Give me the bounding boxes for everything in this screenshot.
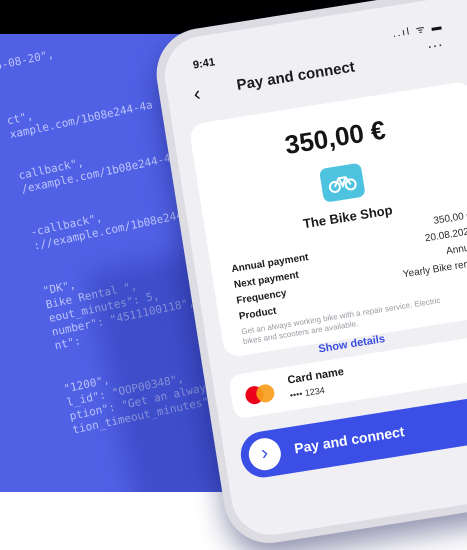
payment-summary-card: 350,00 € The Bike Shop 350,00 € Annual p… — [188, 80, 467, 359]
card-name: Card name — [286, 365, 345, 387]
more-options-icon[interactable]: ··· — [426, 36, 445, 56]
back-chevron-icon[interactable]: ‹ — [192, 83, 202, 107]
mastercard-icon — [244, 383, 276, 406]
arrow-right-icon: › — [246, 435, 284, 473]
pay-button-label: Pay and connect — [293, 423, 406, 457]
card-number: •••• 1234 — [289, 385, 326, 401]
detail-value: Annual — [445, 241, 467, 258]
code-line: 5-08-20", — [0, 47, 56, 73]
bike-logo-icon — [318, 162, 366, 203]
status-time: 9:41 — [192, 56, 216, 72]
payment-amount: 350,00 € — [282, 114, 388, 161]
detail-value: 350,00 € — [432, 210, 467, 227]
page-title: Pay and connect — [235, 58, 356, 94]
